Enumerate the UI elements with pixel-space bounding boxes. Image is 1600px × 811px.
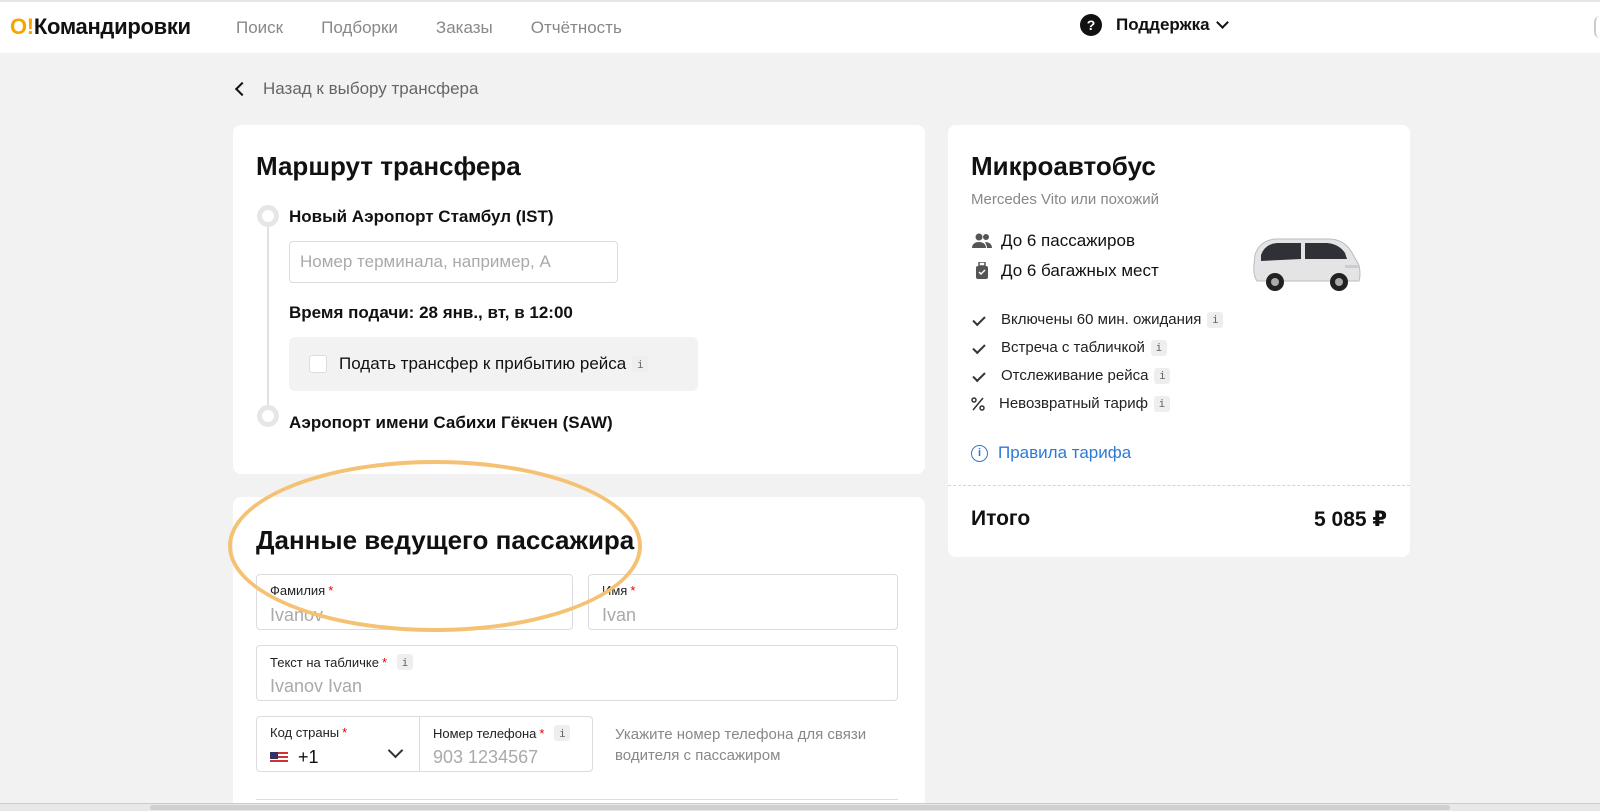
- included-flight-tracking-label: Отслеживание рейса: [1001, 367, 1149, 384]
- logo[interactable]: O!Командировки: [10, 14, 191, 40]
- route-title: Маршрут трансфера: [256, 151, 521, 181]
- nav-orders[interactable]: Заказы: [436, 18, 493, 38]
- luggage-capacity: До 6 багажных мест: [971, 261, 1159, 281]
- people-icon: [972, 233, 992, 248]
- first-name-label: Имя *: [602, 583, 635, 598]
- info-icon[interactable]: i: [1154, 367, 1171, 384]
- logo-text: Командировки: [33, 14, 191, 39]
- sign-text-label: Текст на табличке * i: [270, 654, 414, 670]
- window-edge-handle: [1594, 16, 1600, 38]
- passenger-title: Данные ведущего пассажира: [256, 525, 635, 555]
- info-icon[interactable]: i: [1153, 395, 1170, 412]
- first-name-value: Ivan: [602, 605, 637, 625]
- first-name-label-text: Имя: [602, 583, 628, 598]
- pickup-time: Время подачи: 28 янв., вт, в 12:00: [289, 303, 573, 322]
- phone-label: Номер телефона * i: [433, 725, 571, 741]
- chevron-down-icon: [387, 742, 404, 759]
- phone-field[interactable]: Номер телефона * i 903 1234567: [419, 716, 593, 772]
- route-from: Новый Аэропорт Стамбул (IST): [289, 207, 554, 226]
- divider: [948, 485, 1410, 486]
- non-refundable-icon: [971, 396, 985, 411]
- nav-collections[interactable]: Подборки: [321, 18, 398, 38]
- required-mark: *: [328, 583, 334, 598]
- passenger-capacity-label: До 6 пассажиров: [1001, 231, 1135, 250]
- included-waiting-label: Включены 60 мин. ожидания: [1001, 311, 1202, 328]
- checkmark-icon: [972, 368, 986, 383]
- country-code-select[interactable]: Код страны * +1: [256, 716, 420, 772]
- total-price: 5 085 ₽: [1314, 508, 1387, 531]
- required-mark: *: [381, 654, 388, 670]
- vehicle-subtitle: Mercedes Vito или похожий: [971, 191, 1160, 208]
- route-to: Аэропорт имени Сабихи Гёкчен (SAW): [289, 413, 613, 432]
- flight-arrival-option[interactable]: Подать трансфер к прибытию рейса i: [289, 337, 698, 391]
- included-flight-tracking: Отслеживание рейса i: [971, 367, 1171, 384]
- flight-arrival-label: Подать трансфер к прибытию рейса: [339, 354, 627, 373]
- back-link[interactable]: Назад к выбору трансфера: [234, 79, 479, 99]
- non-refundable-tariff: Невозвратный тариф i: [971, 395, 1170, 412]
- luggage-capacity-label: До 6 багажных мест: [1001, 261, 1159, 280]
- tariff-rules-label: Правила тарифа: [998, 443, 1132, 462]
- nav-search[interactable]: Поиск: [236, 18, 283, 38]
- main-nav: Поиск Подборки Заказы Отчётность: [236, 18, 622, 38]
- chevron-down-icon: [1215, 16, 1229, 29]
- phone-hint: Укажите номер телефона для связи водител…: [615, 726, 867, 764]
- back-link-label: Назад к выбору трансфера: [263, 79, 479, 98]
- phone-label-text: Номер телефона: [433, 725, 537, 741]
- country-code-value: +1: [298, 747, 319, 767]
- info-icon[interactable]: i: [1207, 311, 1224, 328]
- horizontal-scrollbar[interactable]: [0, 803, 1600, 811]
- route-start-dot: [257, 205, 279, 227]
- vehicle-summary-card: Микроавтобус Mercedes Vito или похожий Д…: [948, 125, 1410, 557]
- required-mark: *: [342, 725, 348, 740]
- phone-value: 903 1234567: [433, 747, 539, 767]
- last-name-label-text: Фамилия: [270, 583, 326, 598]
- included-sign-meeting-label: Встреча с табличкой: [1001, 339, 1145, 356]
- next-field-border: [256, 799, 898, 800]
- info-icon[interactable]: i: [554, 725, 571, 741]
- included-sign-meeting: Встреча с табличкой i: [971, 339, 1167, 356]
- route-connector: [267, 225, 269, 405]
- passenger-capacity: До 6 пассажиров: [971, 231, 1135, 251]
- chevron-left-icon: [234, 81, 250, 97]
- route-card: Маршрут трансфера Новый Аэропорт Стамбул…: [233, 125, 925, 474]
- top-header: O!Командировки Поиск Подборки Заказы Отч…: [0, 0, 1600, 53]
- support-menu[interactable]: ? Поддержка: [1080, 14, 1229, 38]
- route-end-dot: [257, 405, 279, 427]
- sign-text-value: Ivanov Ivan: [270, 676, 363, 696]
- total-label: Итого: [971, 507, 1031, 530]
- included-waiting: Включены 60 мин. ожидания i: [971, 311, 1224, 328]
- checkmark-icon: [972, 340, 986, 355]
- required-mark: *: [539, 725, 545, 741]
- non-refundable-label: Невозвратный тариф: [999, 395, 1148, 412]
- passenger-card: Данные ведущего пассажира Фамилия * Ivano…: [233, 497, 925, 811]
- info-icon[interactable]: i: [397, 654, 414, 670]
- flight-arrival-checkbox[interactable]: [309, 355, 327, 373]
- question-chat-icon: ?: [1080, 14, 1105, 38]
- last-name-value: Ivanov: [270, 605, 324, 625]
- minibus-image: [1253, 238, 1361, 291]
- last-name-label: Фамилия *: [270, 583, 333, 598]
- last-name-field[interactable]: Фамилия * Ivanov: [256, 574, 573, 630]
- info-icon[interactable]: i: [1150, 339, 1167, 356]
- logo-prefix: O!: [10, 14, 34, 39]
- sign-text-label-text: Текст на табличке: [270, 654, 379, 670]
- required-mark: *: [630, 583, 636, 598]
- support-label: Поддержка: [1116, 15, 1210, 34]
- country-code-label-text: Код страны: [270, 725, 340, 740]
- checkmark-icon: [972, 312, 986, 327]
- sign-text-field[interactable]: Текст на табличке * i Ivanov Ivan: [256, 645, 898, 701]
- us-flag-icon: [270, 751, 288, 764]
- country-code-value-row: +1: [270, 747, 319, 768]
- info-circle-icon: i: [971, 444, 988, 462]
- terminal-input[interactable]: [289, 241, 618, 283]
- info-icon[interactable]: i: [632, 356, 649, 372]
- tariff-rules-link[interactable]: i Правила тарифа: [971, 443, 1131, 463]
- nav-reports[interactable]: Отчётность: [531, 18, 622, 38]
- scrollbar-thumb[interactable]: [150, 805, 1450, 810]
- vehicle-title: Микроавтобус: [971, 151, 1156, 181]
- luggage-icon: [976, 262, 988, 279]
- country-code-label: Код страны *: [270, 725, 347, 740]
- first-name-field[interactable]: Имя * Ivan: [588, 574, 898, 630]
